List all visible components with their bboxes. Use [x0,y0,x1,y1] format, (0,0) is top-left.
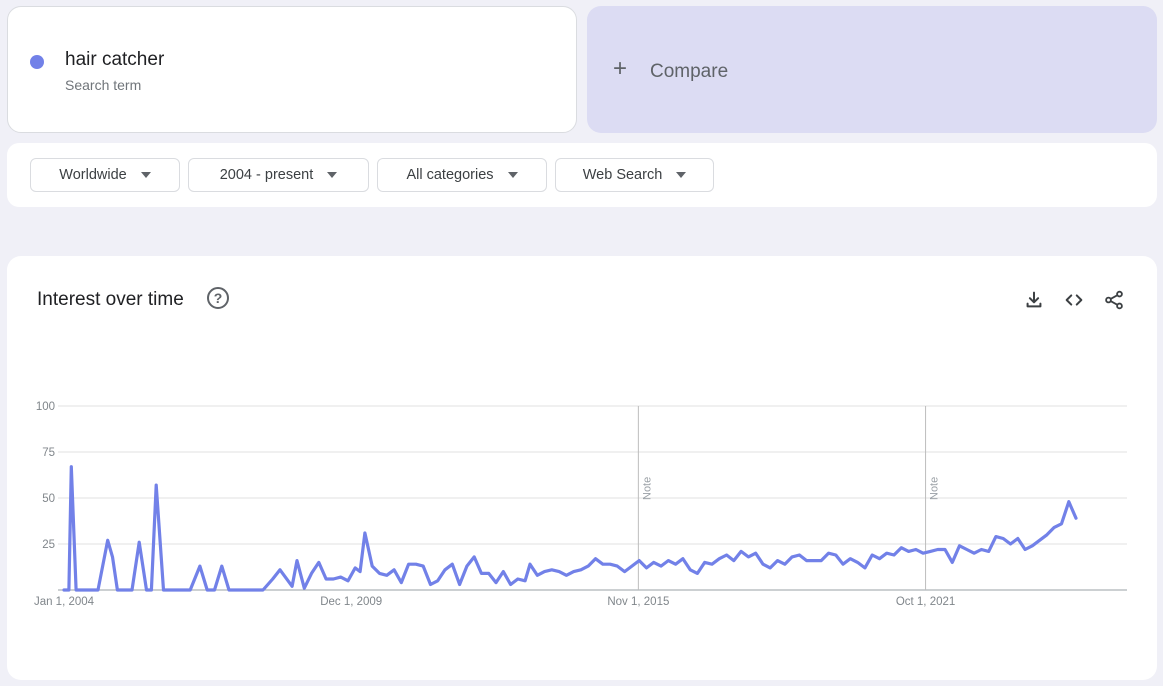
note-label[interactable]: Note [641,477,653,500]
y-tick-label: 25 [42,539,55,551]
y-tick-label: 50 [42,493,55,505]
series-line [62,465,1078,592]
x-tick-label: Oct 1, 2021 [896,596,955,608]
interest-chart: Note Note 100 75 50 25 Jan 1, 2004 Dec 1, 200… [34,401,1127,608]
y-tick-label: 100 [36,401,55,413]
x-tick-label: Dec 1, 2009 [320,596,382,608]
note-label[interactable]: Note [929,477,941,500]
x-tick-label: Nov 1, 2015 [607,596,669,608]
y-tick-label: 75 [42,447,55,459]
x-tick-label: Jan 1, 2004 [34,596,95,608]
